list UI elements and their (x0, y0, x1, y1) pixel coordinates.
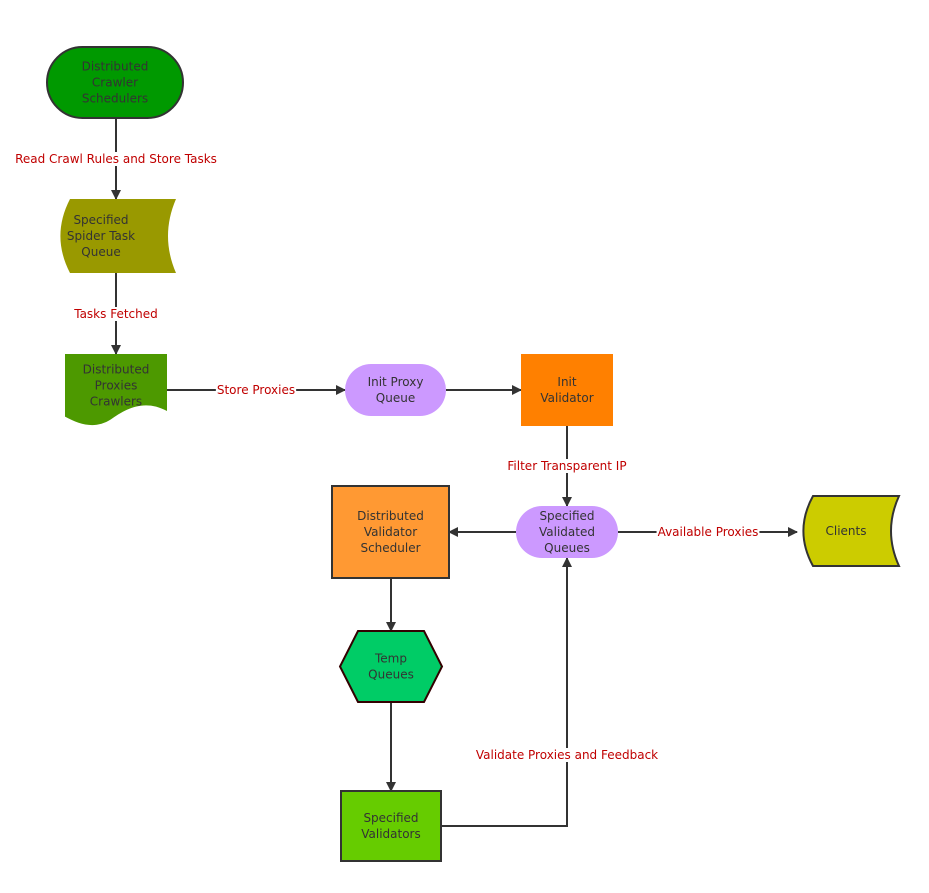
node-label-line: Validators (361, 827, 421, 841)
edge-label-text: Filter Transparent IP (507, 459, 626, 473)
edge-label-text: Read Crawl Rules and Store Tasks (15, 152, 217, 166)
edge-label-text: Tasks Fetched (73, 307, 158, 321)
node-init-validator[interactable]: Init Validator (521, 354, 613, 426)
node-label-line: Schedulers (82, 92, 148, 106)
edge-label: Available Proxies (656, 525, 760, 539)
edge-label: Filter Transparent IP (506, 459, 628, 473)
node-label-line: Queues (368, 668, 414, 682)
node-temp-queues[interactable]: Temp Queues (338, 630, 444, 703)
node-label-line: Distributed (357, 509, 424, 523)
node-shape-process (340, 790, 442, 862)
node-label-line: Proxies (95, 379, 138, 393)
node-proxies-crawlers[interactable]: Distributed Proxies Crawlers (65, 354, 167, 426)
node-label-line: Validator (364, 525, 417, 539)
flowchart: Distributed Crawler Schedulers Specified Spi… (14, 46, 901, 862)
node-spider-task-queue[interactable]: Specified Spider Task Queue (60, 199, 176, 273)
edge-label: Store Proxies (215, 383, 297, 397)
node-label-line: Distributed (82, 60, 149, 74)
edge-label-text: Available Proxies (658, 525, 759, 539)
node-label-line: Distributed (83, 363, 150, 377)
node-clients[interactable]: Clients (802, 495, 901, 567)
node-crawler-schedulers[interactable]: Distributed Crawler Schedulers (46, 46, 184, 119)
node-label-line: Init Proxy (368, 375, 424, 389)
node-init-proxy-queue[interactable]: Init Proxy Queue (345, 364, 446, 416)
node-specified-validators[interactable]: Specified Validators (340, 790, 442, 862)
node-label-line: Temp (374, 652, 407, 666)
edge-label: Read Crawl Rules and Store Tasks (14, 152, 218, 166)
node-label-line: Validated (539, 525, 595, 539)
edge-label-text: Store Proxies (217, 383, 295, 397)
node-validated-queues[interactable]: Specified Validated Queues (516, 506, 618, 558)
node-label-line: Spider Task (67, 229, 135, 243)
node-shape-terminator (345, 364, 446, 416)
node-label-line: Queues (544, 541, 590, 555)
node-label-line: Queue (376, 391, 415, 405)
node-label-line: Queue (81, 245, 120, 259)
node-shape-process (521, 354, 613, 426)
node-label-line: Specified (539, 509, 594, 523)
node-shape-hexagon (338, 630, 444, 703)
node-label-line: Clients (826, 524, 867, 538)
node-label-line: Init (557, 375, 576, 389)
node-label-line: Crawler (92, 76, 138, 90)
edge-label: Validate Proxies and Feedback (474, 748, 660, 762)
edge-label-text: Validate Proxies and Feedback (476, 748, 658, 762)
node-label-line: Scheduler (360, 541, 420, 555)
node-label-line: Validator (540, 391, 593, 405)
edge-specified-validators-to-validated-queues (441, 557, 572, 827)
node-label-line: Specified (363, 811, 418, 825)
node-validator-scheduler[interactable]: Distributed Validator Scheduler (331, 485, 450, 579)
edge-label: Tasks Fetched (72, 307, 159, 321)
node-label-line: Specified (73, 213, 128, 227)
node-label-line: Crawlers (90, 395, 142, 409)
